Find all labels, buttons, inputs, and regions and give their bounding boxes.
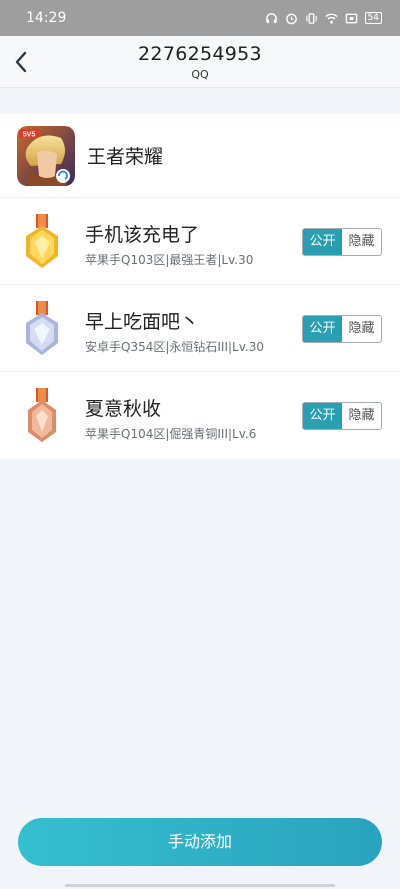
role-name: 夏意秋收 bbox=[85, 398, 162, 420]
role-row: 夏意秋收 苹果手Q104区|倔强青铜III|Lv.6 公开 隐藏 bbox=[0, 372, 400, 459]
role-name: 早上吃面吧丶 bbox=[85, 311, 200, 333]
status-icons: 54 bbox=[265, 12, 382, 25]
vibrate-icon bbox=[305, 12, 317, 24]
public-option[interactable]: 公开 bbox=[303, 403, 342, 429]
public-option[interactable]: 公开 bbox=[303, 316, 342, 342]
role-detail: 安卓手Q354区|永恒钻石III|Lv.30 bbox=[85, 340, 264, 354]
page-subtitle: QQ bbox=[191, 68, 209, 81]
role-name: 手机该充电了 bbox=[85, 224, 200, 246]
home-indicator bbox=[65, 884, 335, 887]
diamond-medal-icon bbox=[26, 301, 58, 355]
role-row: 手机该充电了 苹果手Q103区|最强王者|Lv.30 公开 隐藏 bbox=[0, 198, 400, 285]
svg-text:5V5: 5V5 bbox=[23, 131, 36, 138]
hide-option[interactable]: 隐藏 bbox=[342, 403, 381, 429]
wifi-icon bbox=[324, 13, 338, 24]
status-bar: 14:29 54 bbox=[0, 0, 400, 36]
status-time: 14:29 bbox=[26, 10, 67, 26]
role-list: 手机该充电了 苹果手Q103区|最强王者|Lv.30 公开 隐藏 早上吃面吧丶 … bbox=[0, 198, 400, 459]
hide-option[interactable]: 隐藏 bbox=[342, 229, 381, 255]
game-row: 5V5 王者荣耀 bbox=[0, 114, 400, 198]
hide-option[interactable]: 隐藏 bbox=[342, 316, 381, 342]
role-detail: 苹果手Q103区|最强王者|Lv.30 bbox=[85, 253, 254, 267]
screen-icon bbox=[345, 13, 357, 23]
role-detail: 苹果手Q104区|倔强青铜III|Lv.6 bbox=[85, 427, 257, 441]
bronze-medal-icon bbox=[28, 388, 56, 442]
visibility-toggle[interactable]: 公开 隐藏 bbox=[302, 228, 382, 256]
game-logo-icon: 5V5 bbox=[17, 125, 75, 186]
visibility-toggle[interactable]: 公开 隐藏 bbox=[302, 315, 382, 343]
manual-add-button[interactable]: 手动添加 bbox=[18, 818, 382, 866]
game-name: 王者荣耀 bbox=[87, 146, 164, 168]
battery-indicator: 54 bbox=[364, 12, 382, 24]
visibility-toggle[interactable]: 公开 隐藏 bbox=[302, 402, 382, 430]
page-title: 2276254953 bbox=[138, 43, 262, 65]
page-header: 2276254953 QQ bbox=[0, 36, 400, 88]
headphones-icon bbox=[265, 12, 277, 23]
role-row: 早上吃面吧丶 安卓手Q354区|永恒钻石III|Lv.30 公开 隐藏 bbox=[0, 285, 400, 372]
alarm-icon bbox=[285, 13, 297, 24]
public-option[interactable]: 公开 bbox=[303, 229, 342, 255]
gold-medal-icon bbox=[26, 214, 58, 268]
